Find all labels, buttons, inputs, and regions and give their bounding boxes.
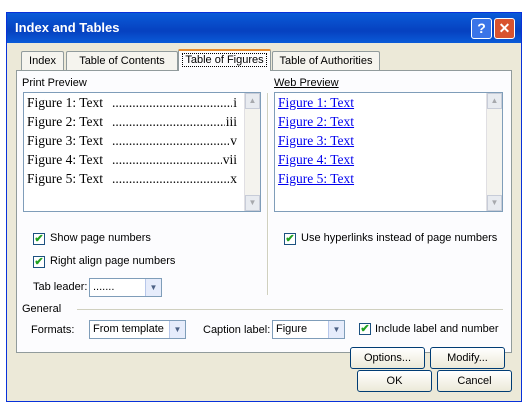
entry-text: Figure 1: Text — [27, 95, 104, 110]
print-preview-box: Figure 1: Text .........................… — [23, 92, 261, 212]
close-icon[interactable]: ✕ — [494, 18, 515, 39]
right-align-checkbox[interactable]: ✔ — [33, 256, 45, 268]
ok-button[interactable]: OK — [357, 370, 432, 392]
print-preview-scrollbar[interactable]: ▲ ▼ — [244, 93, 260, 211]
vertical-divider — [267, 93, 269, 295]
formats-label: Formats: — [31, 324, 75, 336]
print-preview-entry: Figure 4: Text .........................… — [27, 152, 237, 168]
formats-value: From template — [93, 323, 164, 335]
show-page-numbers-label[interactable]: Show page numbers — [50, 232, 151, 244]
options-button-label: Options... — [363, 352, 412, 364]
include-label-checkbox[interactable]: ✔ — [359, 323, 371, 335]
use-hyperlinks-checkbox[interactable]: ✔ — [284, 233, 296, 245]
check-icon: ✔ — [360, 323, 370, 335]
tab-label: Table of Authorities — [279, 55, 373, 67]
ok-button-label: OK — [386, 375, 403, 387]
tab-panel: Print Preview Figure 1: Text ...........… — [16, 70, 512, 369]
tab-table-of-figures[interactable]: Table of Figures — [178, 49, 271, 71]
entry-page: vii — [221, 152, 237, 168]
caption-label-dropdown[interactable]: Figure ▼ — [272, 320, 345, 339]
modify-button[interactable]: Modify... — [430, 347, 505, 369]
web-preview-scrollbar[interactable]: ▲ ▼ — [486, 93, 502, 211]
options-button[interactable]: Options... — [350, 347, 425, 369]
check-icon: ✔ — [285, 233, 295, 245]
scroll-down-icon[interactable]: ▼ — [487, 195, 502, 211]
entry-text: Figure 2: Text — [27, 114, 104, 129]
print-preview-entry: Figure 2: Text .........................… — [27, 114, 237, 130]
web-preview-link[interactable]: Figure 2: Text — [278, 114, 354, 130]
use-hyperlinks-label[interactable]: Use hyperlinks instead of page numbers — [301, 232, 497, 244]
tab-leader-value: ....... — [93, 281, 115, 293]
web-preview-link[interactable]: Figure 5: Text — [278, 171, 354, 187]
caption-label-value: Figure — [276, 323, 308, 335]
entry-page: i — [232, 95, 237, 111]
dialog-title: Index and Tables — [15, 20, 120, 35]
show-page-numbers-checkbox[interactable]: ✔ — [33, 233, 45, 245]
web-preview-link[interactable]: Figure 4: Text — [278, 152, 354, 168]
dot-leader: ........................................… — [112, 114, 232, 129]
tab-leader-label: Tab leader: — [33, 281, 88, 293]
entry-page: x — [229, 171, 237, 187]
dot-leader: ........................................… — [112, 152, 232, 167]
print-preview-entry: Figure 1: Text .........................… — [27, 95, 237, 111]
chevron-down-icon[interactable]: ▼ — [328, 321, 344, 338]
web-preview-link[interactable]: Figure 1: Text — [278, 95, 354, 111]
tab-leader-dropdown[interactable]: ....... ▼ — [89, 278, 162, 297]
web-preview-box: Figure 1: Text Figure 2: Text Figure 3: … — [274, 92, 503, 212]
web-preview-link[interactable]: Figure 3: Text — [278, 133, 354, 149]
print-preview-entry: Figure 5: Text .........................… — [27, 171, 237, 187]
formats-dropdown[interactable]: From template ▼ — [89, 320, 186, 339]
modify-button-label: Modify... — [447, 352, 488, 364]
entry-page: v — [229, 133, 237, 149]
tab-table-of-authorities[interactable]: Table of Authorities — [272, 51, 380, 70]
check-icon: ✔ — [34, 256, 44, 268]
dot-leader: ........................................… — [112, 95, 232, 110]
entry-text: Figure 3: Text — [27, 133, 104, 148]
cancel-button-label: Cancel — [457, 375, 492, 387]
scroll-up-icon[interactable]: ▲ — [487, 93, 502, 109]
chevron-down-icon[interactable]: ▼ — [169, 321, 185, 338]
scroll-down-icon[interactable]: ▼ — [245, 195, 260, 211]
tab-table-of-contents[interactable]: Table of Contents — [66, 51, 178, 70]
web-preview-label: Web Preview — [274, 77, 339, 89]
dot-leader: ........................................… — [112, 133, 232, 148]
right-align-label[interactable]: Right align page numbers — [50, 255, 175, 267]
print-preview-label: Print Preview — [22, 77, 87, 89]
cancel-button[interactable]: Cancel — [437, 370, 512, 392]
check-icon: ✔ — [34, 233, 44, 245]
tab-label: Table of Contents — [79, 55, 165, 67]
dialog-window: Index and Tables ? ✕ Index Table of Cont… — [6, 12, 522, 402]
caption-label-label: Caption label: — [203, 324, 271, 336]
general-group-line — [77, 309, 503, 311]
tab-label: Table of Figures — [182, 53, 267, 67]
entry-text: Figure 5: Text — [27, 171, 104, 186]
tab-index[interactable]: Index — [21, 51, 64, 70]
entry-text: Figure 4: Text — [27, 152, 104, 167]
entry-page: iii — [224, 114, 237, 130]
tab-label: Index — [29, 55, 56, 67]
help-icon[interactable]: ? — [471, 18, 492, 39]
include-label-label[interactable]: Include label and number — [375, 323, 499, 335]
scroll-up-icon[interactable]: ▲ — [245, 93, 260, 109]
chevron-down-icon[interactable]: ▼ — [145, 279, 161, 296]
title-bar[interactable]: Index and Tables ? ✕ — [7, 13, 521, 43]
general-group-label: General — [22, 303, 62, 315]
print-preview-entry: Figure 3: Text .........................… — [27, 133, 237, 149]
dot-leader: ........................................… — [112, 171, 232, 186]
